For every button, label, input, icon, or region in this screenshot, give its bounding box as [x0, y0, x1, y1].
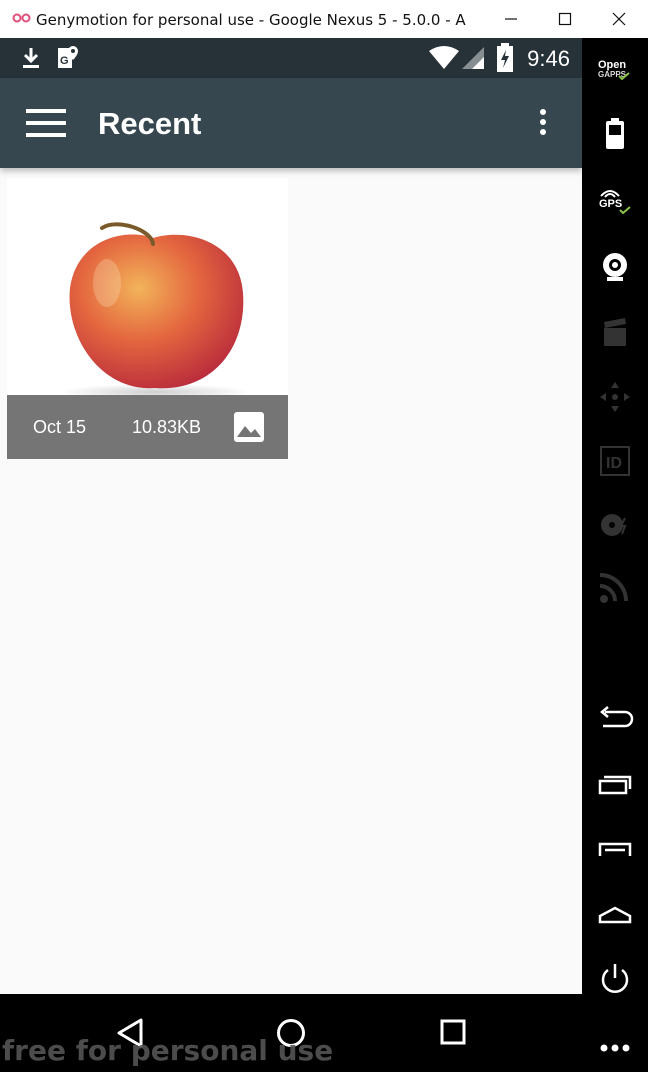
dpad-icon	[600, 382, 630, 412]
wifi-icon	[429, 46, 459, 69]
power-icon	[601, 964, 629, 993]
media-icon	[604, 318, 626, 346]
back-tool[interactable]	[582, 694, 648, 744]
minimize-icon	[505, 18, 517, 20]
battery-tool[interactable]	[582, 110, 648, 160]
apple-thumbnail	[60, 222, 250, 400]
battery-icon	[606, 118, 624, 149]
minimize-button[interactable]	[486, 0, 540, 38]
battery-charging-icon	[497, 43, 513, 72]
android-screen: G 9:46 Recent Oct 15 10.83KB	[0, 38, 582, 994]
recent-apps-tool[interactable]	[582, 760, 648, 810]
watermark-text: free for personal use	[2, 1034, 334, 1067]
svg-text:G: G	[60, 55, 69, 67]
disk-io-tool[interactable]	[582, 500, 648, 550]
more-tool[interactable]	[582, 1020, 648, 1070]
file-caption: Oct 15 10.83KB	[7, 395, 288, 459]
remote-control-icon	[599, 573, 628, 603]
disk-io-icon	[601, 514, 627, 536]
gps-icon	[600, 190, 620, 198]
gps-tool[interactable]: GPS	[599, 190, 631, 214]
file-date: Oct 15	[33, 417, 87, 437]
page-title: Recent	[98, 106, 202, 141]
opengapps-button[interactable]: Open GAPPS	[598, 59, 630, 80]
window-title: Genymotion for personal use - Google Nex…	[36, 11, 466, 29]
maps-notification-icon: G	[58, 46, 78, 68]
close-icon	[612, 12, 626, 26]
more-vert-icon[interactable]	[538, 109, 548, 139]
app-toolbar: Recent	[0, 78, 582, 168]
genymotion-logo-icon	[12, 13, 31, 23]
genymotion-sidebar: Open GAPPS GPS ID	[582, 38, 648, 1072]
webcam-tool[interactable]	[582, 242, 648, 292]
home-icon	[598, 906, 632, 924]
check-icon	[619, 206, 631, 214]
dpad-tool[interactable]	[582, 372, 648, 422]
power-tool[interactable]	[582, 954, 648, 1004]
device-id-icon: ID	[600, 446, 630, 476]
file-card[interactable]: Oct 15 10.83KB	[7, 178, 288, 459]
file-size: 10.83KB	[132, 417, 202, 437]
opengapps-label-line1: Open	[598, 59, 627, 71]
status-bar: G 9:46	[0, 38, 582, 78]
status-time: 9:46	[527, 46, 570, 71]
check-icon	[618, 72, 630, 80]
media-tool[interactable]	[582, 308, 648, 358]
signal-icon	[462, 47, 484, 69]
device-id-tool[interactable]: ID	[582, 436, 648, 486]
maximize-icon	[558, 12, 572, 26]
more-icon	[600, 1044, 630, 1052]
hamburger-menu-icon[interactable]	[26, 109, 66, 139]
menu-icon	[598, 842, 632, 856]
svg-text:ID: ID	[606, 455, 622, 472]
download-icon	[23, 48, 39, 68]
home-tool[interactable]	[582, 890, 648, 940]
recents-icon[interactable]	[440, 1019, 466, 1045]
remote-control-tool[interactable]	[582, 564, 648, 614]
maximize-button[interactable]	[540, 0, 594, 38]
webcam-icon	[603, 253, 627, 281]
menu-tool[interactable]	[582, 826, 648, 876]
window-titlebar: Genymotion for personal use - Google Nex…	[0, 0, 648, 39]
back-icon	[600, 706, 634, 728]
image-icon	[234, 412, 264, 442]
close-button[interactable]	[594, 0, 648, 38]
recent-apps-icon	[598, 775, 632, 795]
